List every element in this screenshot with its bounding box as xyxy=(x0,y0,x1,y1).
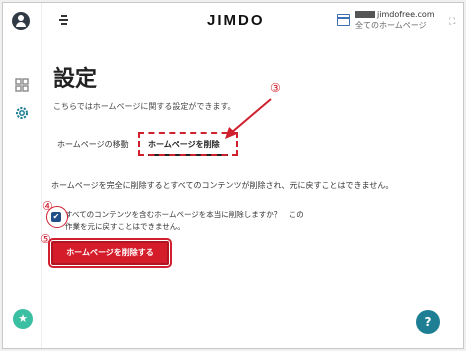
annotation-ring xyxy=(46,206,68,228)
annotation-marker-3: ③ xyxy=(270,81,281,95)
delete-homepage-button[interactable]: ホームページを削除する xyxy=(48,238,172,268)
left-rail: ★ xyxy=(3,3,42,348)
annotation-highlight-box xyxy=(138,132,238,156)
top-bar: JIMDO jimdofree.com 全てのホームページ ⛶ xyxy=(41,3,463,39)
site-switcher[interactable]: jimdofree.com 全てのホームページ ⛶ xyxy=(337,9,463,33)
settings-gear-icon[interactable] xyxy=(14,105,30,121)
confirm-delete-row: ✔ すべてのコンテンツを含むホームページを本当に削除しますか？ この作業を元に戻… xyxy=(51,209,351,235)
jimdo-logo: JIMDO xyxy=(207,12,265,29)
settings-content: 設定 こちらではホームページに関する設定ができます。 ホームページの移動 ホーム… xyxy=(41,39,463,348)
dashboard-grid-icon[interactable] xyxy=(14,77,30,93)
expand-icon: ⛶ xyxy=(449,17,456,27)
menu-icon[interactable] xyxy=(59,15,71,25)
annotation-marker-5: ⑤ xyxy=(40,232,51,246)
site-window-icon xyxy=(337,14,350,26)
tab-move-homepage[interactable]: ホームページの移動 xyxy=(57,139,129,150)
star-icon[interactable]: ★ xyxy=(13,309,33,329)
page-title: 設定 xyxy=(53,67,98,92)
confirm-delete-label: すべてのコンテンツを含むホームページを本当に削除しますか？ この作業を元に戻すこ… xyxy=(65,210,304,231)
site-subtitle: 全てのホームページ xyxy=(355,21,427,30)
help-button[interactable]: ? xyxy=(416,310,440,334)
settings-tabs: ホームページの移動 ホームページを削除 xyxy=(53,132,393,159)
user-avatar-icon[interactable] xyxy=(12,12,30,30)
page-description: こちらではホームページに関する設定ができます。 xyxy=(53,102,236,111)
site-url: jimdofree.com xyxy=(355,10,435,19)
delete-warning-text: ホームページを完全に削除するとすべてのコンテンツが削除され、元に戻すことはできま… xyxy=(51,181,394,190)
app-window: ★ JIMDO jimdofree.com 全てのホームページ ⛶ 設定 こちら… xyxy=(2,2,464,349)
